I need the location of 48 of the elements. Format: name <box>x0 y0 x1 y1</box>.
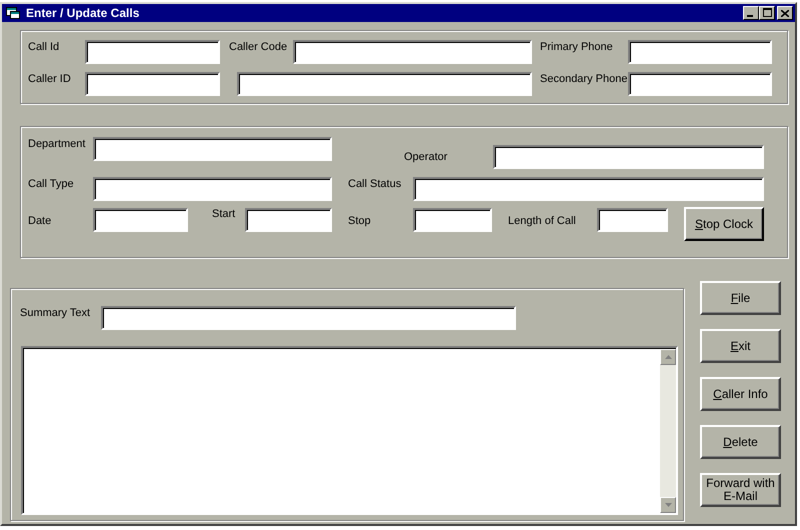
input-field[interactable] <box>628 72 772 96</box>
input-field[interactable] <box>85 40 220 64</box>
close-icon <box>781 10 789 16</box>
field-label: Caller Code <box>229 40 288 53</box>
push-button[interactable]: Forward with E-Mail <box>700 473 781 507</box>
input-field[interactable] <box>237 72 532 96</box>
field-label: Caller ID <box>28 72 72 85</box>
close-button[interactable] <box>777 6 793 20</box>
field-label: Call Status <box>348 177 402 190</box>
up-arrow-icon <box>664 355 672 359</box>
field-label: Summary Text <box>20 306 92 319</box>
field-label: Length of Call <box>508 214 577 227</box>
text-area[interactable] <box>21 346 678 515</box>
input-field[interactable] <box>493 145 764 169</box>
input-field[interactable] <box>93 137 332 161</box>
input-field[interactable] <box>85 72 220 96</box>
input-field[interactable] <box>101 306 516 330</box>
window-icon <box>6 7 20 19</box>
maximize-button[interactable] <box>759 6 775 20</box>
field-label: Date <box>28 214 52 227</box>
down-arrow-icon <box>664 503 672 507</box>
push-button[interactable]: Delete <box>700 425 781 459</box>
field-label: Call Id <box>28 40 60 53</box>
input-field[interactable] <box>245 208 332 232</box>
field-label: Secondary Phone <box>540 72 628 85</box>
field-label: Operator <box>404 150 448 163</box>
scroll-up-button[interactable] <box>660 349 676 365</box>
input-field[interactable] <box>413 177 764 201</box>
field-label: Stop <box>348 214 372 227</box>
scroll-down-button[interactable] <box>660 497 676 513</box>
input-field[interactable] <box>597 208 668 232</box>
input-field[interactable] <box>293 40 532 64</box>
input-field[interactable] <box>93 177 332 201</box>
input-field[interactable] <box>413 208 492 232</box>
push-button[interactable]: File <box>700 281 781 315</box>
input-field[interactable] <box>93 208 188 232</box>
push-button[interactable]: Exit <box>700 329 781 363</box>
input-field[interactable] <box>628 40 772 64</box>
field-label: Start <box>212 208 236 220</box>
field-label: Department <box>28 137 86 150</box>
scrollbar[interactable] <box>660 349 676 513</box>
field-label: Call Type <box>28 177 75 190</box>
push-button[interactable]: Caller Info <box>700 377 781 411</box>
push-button[interactable]: Stop Clock <box>684 207 764 241</box>
field-label: Primary Phone <box>540 40 614 53</box>
maximize-icon <box>762 8 772 17</box>
window-title: Enter / Update Calls <box>26 6 140 20</box>
minimize-button[interactable] <box>743 6 759 20</box>
